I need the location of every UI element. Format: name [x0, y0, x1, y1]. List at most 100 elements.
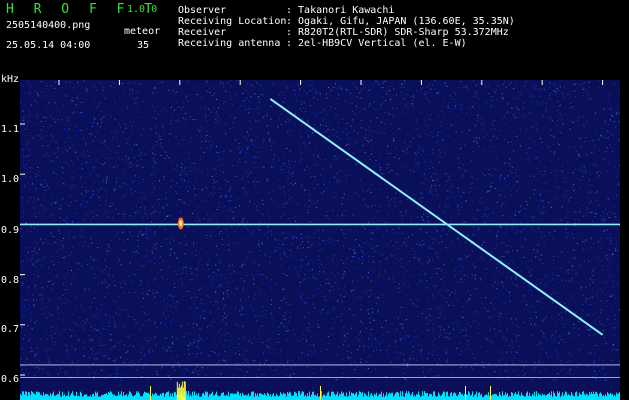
noise-speckle [312, 154, 314, 156]
noise-speckle [199, 130, 201, 132]
noise-speckle [250, 139, 252, 140]
noise-speckle [585, 286, 587, 288]
noise-speckle [610, 243, 612, 245]
noise-speckle [525, 360, 527, 362]
noise-speckle [197, 341, 199, 343]
noise-speckle [589, 174, 591, 176]
noise-speckle [180, 186, 182, 188]
noise-speckle [380, 131, 382, 133]
noise-speckle [197, 346, 198, 348]
noise-speckle [283, 316, 285, 318]
noise-speckle [445, 247, 447, 249]
noise-speckle [91, 339, 93, 340]
noise-speckle [334, 155, 336, 157]
noise-speckle [604, 341, 606, 342]
noise-speckle [361, 251, 363, 253]
noise-speckle [21, 284, 23, 286]
noise-speckle [129, 80, 131, 82]
noise-speckle [440, 295, 442, 297]
noise-speckle [108, 326, 110, 327]
noise-speckle [146, 234, 148, 236]
noise-speckle [256, 189, 258, 191]
noise-speckle [403, 373, 405, 375]
noise-speckle [545, 108, 547, 110]
noise-speckle [239, 343, 240, 345]
noise-speckle [75, 297, 77, 298]
noise-speckle [372, 232, 374, 234]
noise-speckle [485, 245, 487, 247]
noise-speckle [142, 166, 144, 168]
noise-speckle [481, 365, 483, 367]
noise-speckle [162, 259, 164, 261]
noise-speckle [328, 125, 330, 127]
noise-speckle [300, 296, 302, 298]
noise-speckle [23, 371, 25, 373]
noise-speckle [43, 154, 45, 156]
noise-speckle [199, 220, 201, 222]
noise-speckle [198, 129, 200, 131]
noise-speckle [334, 207, 336, 209]
noise-speckle [64, 329, 66, 331]
noise-speckle [445, 351, 447, 353]
noise-speckle [584, 140, 586, 142]
noise-speckle [474, 311, 476, 313]
noise-speckle [470, 367, 472, 368]
noise-speckle [408, 335, 410, 337]
noise-speckle [575, 211, 577, 213]
noise-speckle [512, 347, 513, 349]
noise-speckle [465, 170, 467, 172]
noise-speckle [62, 199, 64, 200]
noise-speckle [474, 287, 475, 289]
noise-speckle [69, 255, 71, 256]
noise-speckle [159, 226, 161, 227]
noise-speckle [294, 334, 296, 335]
noise-speckle [40, 80, 41, 82]
receiver-label: Receiver [178, 27, 227, 38]
noise-speckle [64, 302, 66, 304]
noise-speckle [413, 203, 415, 205]
noise-speckle [312, 373, 314, 374]
noise-speckle [54, 82, 55, 84]
noise-speckle [367, 222, 369, 224]
noise-speckle [307, 247, 309, 249]
noise-speckle [589, 98, 591, 100]
noise-speckle [417, 315, 419, 317]
noise-speckle [391, 169, 393, 171]
noise-speckle [615, 113, 617, 115]
noise-speckle [144, 143, 146, 145]
noise-speckle [45, 85, 47, 87]
noise-speckle [136, 97, 138, 99]
noise-speckle [71, 176, 73, 178]
noise-speckle [362, 144, 364, 146]
noise-speckle [225, 214, 227, 216]
noise-speckle [541, 353, 543, 355]
noise-speckle [357, 366, 359, 368]
noise-speckle [28, 291, 30, 293]
noise-speckle [142, 368, 144, 370]
noise-speckle [313, 352, 315, 354]
noise-speckle [151, 260, 153, 262]
noise-speckle [386, 93, 388, 95]
noise-speckle [49, 297, 51, 299]
noise-speckle [137, 108, 138, 110]
noise-speckle [343, 116, 345, 118]
noise-speckle [232, 211, 234, 213]
noise-speckle [196, 269, 198, 270]
noise-speckle [365, 368, 367, 370]
noise-speckle [439, 268, 441, 270]
noise-speckle [487, 214, 489, 216]
noise-speckle [176, 300, 178, 302]
noise-speckle [312, 175, 314, 177]
noise-speckle [76, 97, 78, 99]
noise-speckle [163, 315, 165, 317]
noise-speckle [116, 177, 117, 179]
noise-speckle [262, 199, 263, 201]
noise-speckle [470, 205, 472, 207]
noise-speckle [395, 192, 397, 194]
noise-speckle [323, 183, 325, 185]
noise-speckle [525, 349, 527, 350]
noise-speckle [303, 279, 305, 281]
noise-speckle [105, 328, 107, 330]
noise-speckle [366, 361, 368, 362]
noise-speckle [89, 306, 91, 308]
